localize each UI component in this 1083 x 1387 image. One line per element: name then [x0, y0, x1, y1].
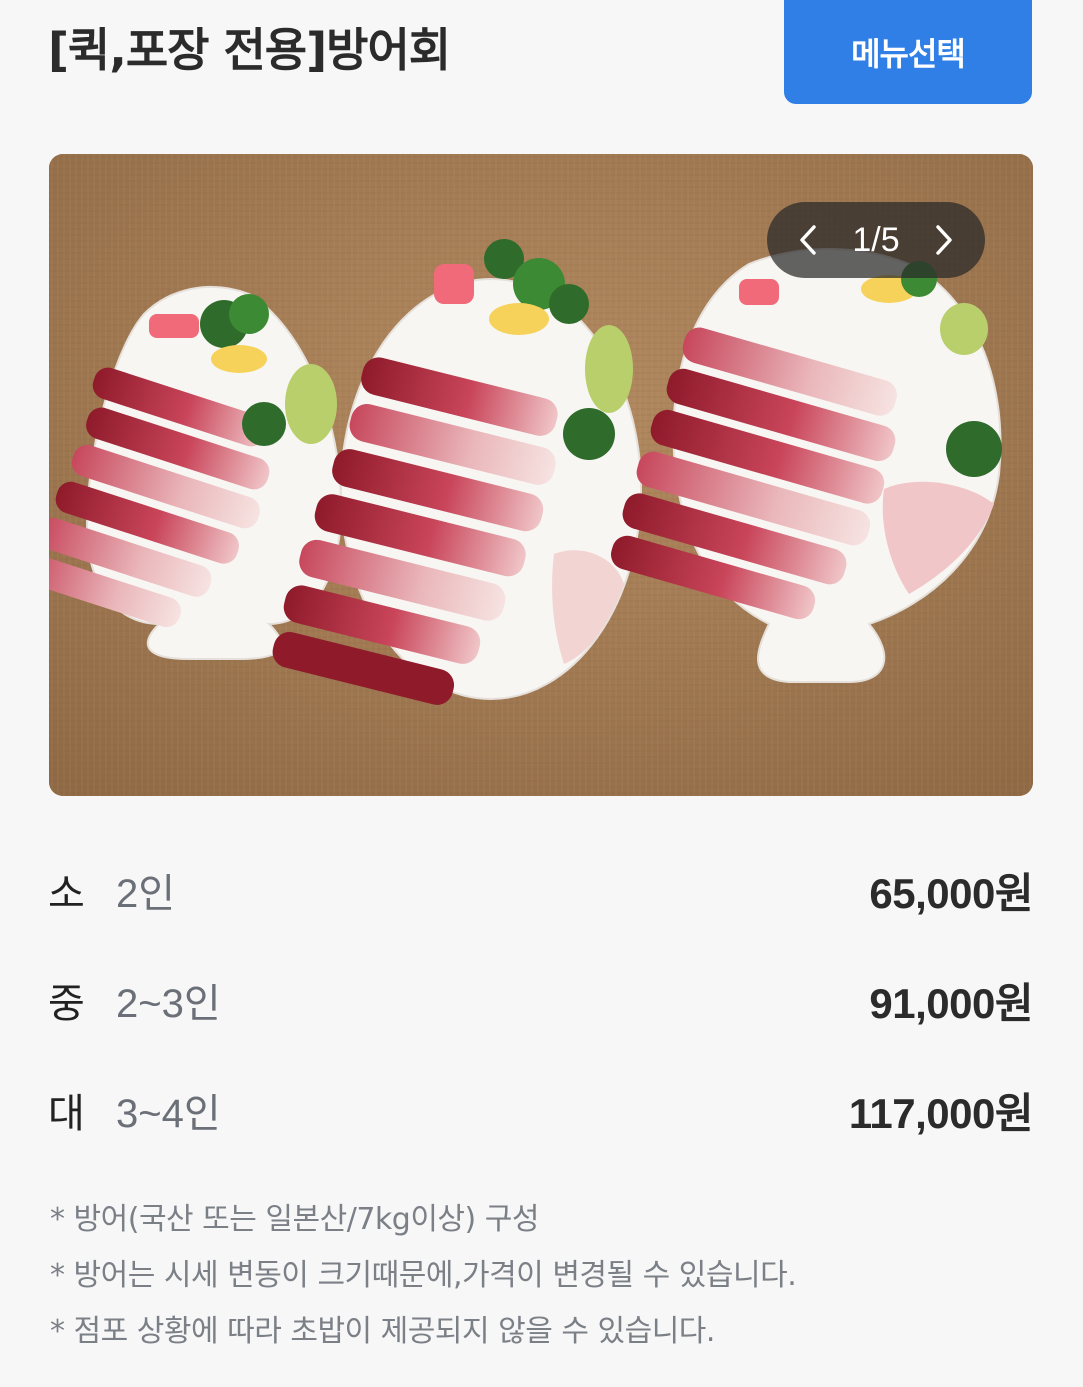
price-row-medium: 중 2~3인 91,000원 [48, 968, 1034, 1032]
size-label: 대 [48, 1091, 85, 1137]
image-counter: 1/5 [852, 220, 900, 259]
serving-count: 3~4인 [116, 1092, 221, 1136]
product-image-carousel[interactable]: 1/5 [49, 154, 1033, 796]
price-value: 117,000원 [848, 1088, 1034, 1138]
price-value: 91,000원 [869, 978, 1033, 1028]
chevron-left-icon[interactable] [795, 222, 821, 258]
note-price-change: * 방어는 시세 변동이 크기때문에,가격이 변경될 수 있습니다. [50, 1258, 797, 1293]
page-title: [퀵,포장 전용]방어회 [48, 23, 451, 77]
menu-select-button[interactable]: 메뉴선택 [784, 0, 1032, 104]
price-value: 65,000원 [869, 868, 1033, 918]
price-row-large: 대 3~4인 117,000원 [48, 1078, 1034, 1142]
serving-count: 2인 [116, 872, 176, 916]
size-label: 소 [48, 871, 85, 917]
size-label: 중 [48, 981, 85, 1027]
note-sushi: * 점포 상황에 따라 초밥이 제공되지 않을 수 있습니다. [50, 1314, 715, 1349]
image-pager: 1/5 [767, 202, 985, 278]
price-row-small: 소 2인 65,000원 [48, 858, 1034, 922]
serving-count: 2~3인 [116, 982, 221, 1026]
product-notes: * 방어(국산 또는 일본산/7kg이상) 구성 * 방어는 시세 변동이 크기… [50, 1192, 1040, 1360]
chevron-right-icon[interactable] [931, 222, 957, 258]
note-origin: * 방어(국산 또는 일본산/7kg이상) 구성 [50, 1202, 539, 1237]
